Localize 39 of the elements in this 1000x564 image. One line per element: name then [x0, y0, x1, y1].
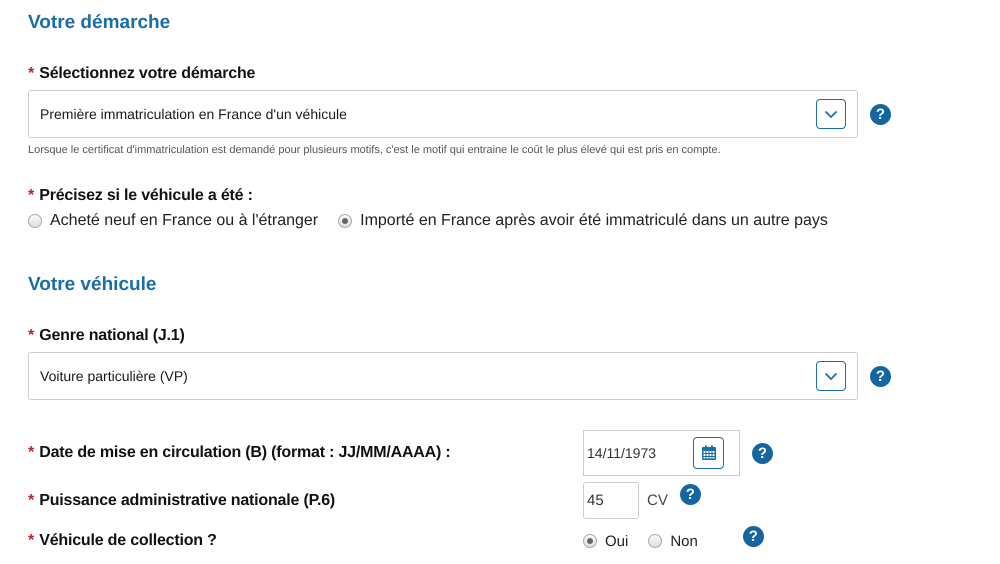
chevron-down-icon [824, 372, 838, 380]
chevron-down-icon [824, 110, 838, 118]
help-button[interactable]: ? [870, 104, 891, 124]
select-field[interactable]: Voiture particulière (VP) [28, 352, 858, 400]
field-label: Genre national (J.1) [39, 326, 185, 346]
field-label: Date de mise en circulation (B) (format : JJ/MM/AAAA) : [39, 443, 451, 463]
section-heading: Votre démarche [28, 11, 172, 35]
dropdown-button[interactable] [816, 361, 846, 391]
radio-label: Oui [605, 532, 628, 550]
calendar-icon [700, 445, 716, 461]
radio-label: Importé en France après avoir été immatriculé dans un autre pays [360, 212, 828, 230]
required-marker: * [28, 186, 34, 206]
required-marker: * [28, 64, 34, 84]
help-button[interactable]: ? [680, 484, 701, 505]
required-marker: * [28, 443, 34, 463]
hint-text: Lorsque le certificat d'immatriculation est demandé pour plusieurs motifs, c'est le motif qui entraine le coût le plus élevé qui est pris en compte. [28, 144, 722, 156]
field-label: Précisez si le véhicule a été : [39, 186, 253, 206]
unit-label: CV [647, 492, 668, 509]
date-field[interactable]: 14/11/1973 [583, 430, 740, 476]
number-field[interactable]: 45 [583, 482, 639, 519]
radio-button[interactable] [583, 534, 597, 548]
help-button[interactable]: ? [752, 442, 773, 464]
radio-label: Non [670, 532, 698, 550]
help-button[interactable]: ? [870, 366, 891, 386]
select-field[interactable]: Première immatriculation en France d'un véhicule [28, 90, 858, 138]
dropdown-button[interactable] [816, 99, 846, 129]
radio-label: Acheté neuf en France ou à l'étranger [50, 212, 318, 230]
radio-button[interactable] [338, 214, 352, 228]
calendar-button[interactable] [693, 437, 724, 469]
required-marker: * [28, 326, 34, 346]
required-marker: * [28, 490, 34, 510]
help-button[interactable]: ? [742, 526, 764, 546]
field-label: Véhicule de collection ? [39, 531, 217, 551]
field-label: Puissance administrative nationale (P.6) [39, 490, 336, 510]
field-label: Sélectionnez votre démarche [39, 64, 256, 84]
section-heading: Votre véhicule [28, 273, 158, 297]
radio-button[interactable] [28, 214, 42, 228]
required-marker: * [28, 531, 34, 551]
radio-button[interactable] [648, 534, 662, 548]
